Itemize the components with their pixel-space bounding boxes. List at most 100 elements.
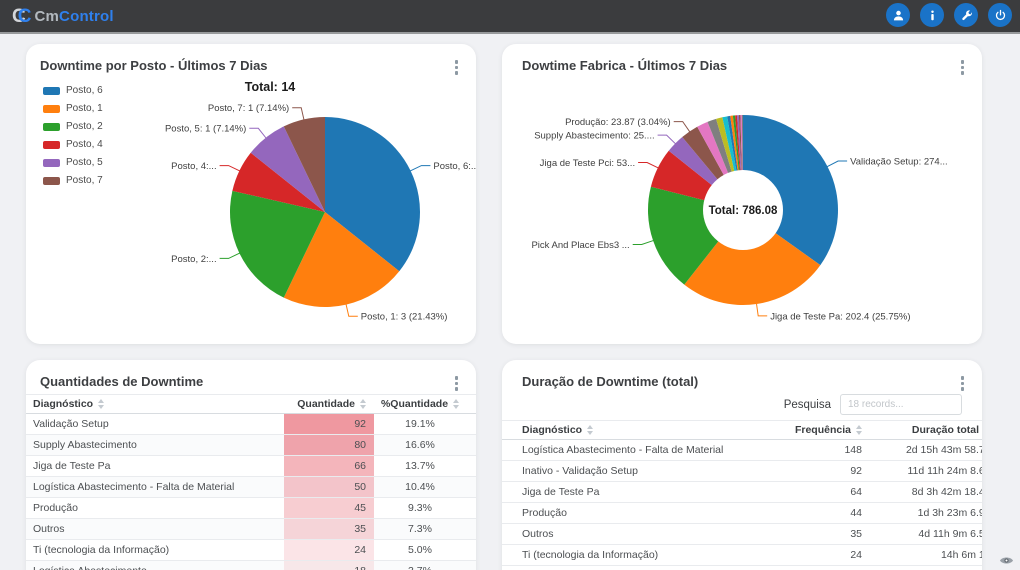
slice-label: Posto, 4:... — [171, 161, 216, 172]
column-header-label: Diagnóstico — [33, 398, 93, 410]
quantidade-cell: 24 — [284, 540, 374, 560]
slice-label: Pick And Place Ebs3 ... — [531, 240, 629, 251]
eye-icon[interactable] — [999, 554, 1014, 569]
quantidade-cell: 45 — [284, 498, 374, 518]
column-header[interactable]: Duração total — [862, 421, 982, 439]
table-row: Logística Abastecimento183.7% — [26, 561, 476, 570]
percent-cell: 16.6% — [374, 435, 466, 455]
card-menu-button[interactable] — [452, 373, 462, 394]
diagnostico-cell: Outros — [33, 519, 284, 539]
donut-total-label: Total: 786.08 — [709, 205, 778, 217]
table-header-row: Diagnóstico Frequência Duração total — [502, 420, 982, 440]
callout-line — [658, 135, 676, 144]
slice-label: Produção: 23.87 (3.04%) — [565, 117, 671, 128]
slice-label: Supply Abastecimento: 25.... — [534, 131, 654, 142]
callout-line — [346, 304, 358, 317]
table-header-row: Diagnóstico Quantidade %Quantidade — [26, 394, 476, 414]
callout-line — [410, 166, 431, 172]
wrench-button[interactable] — [954, 3, 978, 27]
search-input[interactable] — [840, 394, 962, 415]
quantidade-cell: 50 — [284, 477, 374, 497]
diagnostico-cell: Logística Abastecimento - Falta de Mater… — [33, 477, 284, 497]
table-row: Logística Abastecimento - Falta de Mater… — [502, 440, 982, 461]
donut-chart-fabrica: Validação Setup: 274... Jiga de Teste Pa:… — [502, 44, 982, 344]
power-button[interactable] — [988, 3, 1012, 27]
card-quantidades-downtime: Quantidades de Downtime DiagnósticoQuant… — [26, 360, 476, 570]
slice-label: Posto, 2:... — [171, 254, 216, 265]
brand-logo[interactable]: CC CmControl — [12, 7, 114, 26]
column-header-label: Quantidade — [297, 398, 355, 410]
table-row: Outros357.3% — [26, 519, 476, 540]
table-row: Produção459.3% — [26, 498, 476, 519]
table-row: Inativo - Validação Setup9211d 11h 24m 8… — [502, 461, 982, 482]
slice-label: Posto, 6:... — [433, 161, 476, 172]
percent-cell: 3.7% — [374, 561, 466, 570]
column-header[interactable]: Diagnóstico — [33, 395, 284, 413]
column-header-label: Frequência — [795, 424, 851, 436]
diagnostico-cell: Ti (tecnologia da Informação) — [33, 540, 284, 560]
diagnostico-cell: Outros — [522, 524, 766, 544]
column-header[interactable]: Diagnóstico — [522, 421, 766, 439]
callout-line — [674, 122, 690, 133]
diagnostico-cell: Logística Abastecimento - Falta de Mater… — [522, 440, 766, 460]
slice-label: Jiga de Teste Pci: 53... — [540, 158, 635, 169]
diagnostico-cell: Ti (tecnologia da Informação) — [522, 545, 766, 565]
callout-line — [249, 128, 266, 138]
duracao-cell: 4d 11h 9m 6.5s — [862, 524, 982, 544]
percent-cell: 7.3% — [374, 519, 466, 539]
slice-label: Posto, 5: 1 (7.14%) — [165, 124, 246, 135]
column-header[interactable]: Quantidade — [284, 395, 374, 413]
table-row: Logística Abastecimento - Falta de Mater… — [26, 477, 476, 498]
top-navbar: CC CmControl — [0, 0, 1020, 34]
dashboard-grid: Downtime por Posto - Últimos 7 Dias Tota… — [26, 44, 982, 570]
column-header-label: Duração total — [912, 424, 979, 436]
sort-icon — [360, 399, 366, 409]
frequencia-cell: 148 — [766, 440, 862, 460]
callout-line — [633, 240, 654, 244]
user-button[interactable] — [886, 3, 910, 27]
duracao-cell: 8d 3h 42m 18.4s — [862, 482, 982, 502]
card-downtime-por-posto: Downtime por Posto - Últimos 7 Dias Tota… — [26, 44, 476, 344]
card-menu-button[interactable] — [958, 373, 968, 394]
table-row: Outros354d 11h 9m 6.5s — [502, 524, 982, 545]
callout-line — [292, 108, 304, 121]
user-icon — [892, 9, 905, 22]
diagnostico-cell: Validação Setup — [33, 414, 284, 434]
frequencia-cell: 35 — [766, 524, 862, 544]
card-duracao-downtime: Duração de Downtime (total) Pesquisa Dia… — [502, 360, 982, 570]
callout-line — [220, 253, 241, 259]
diagnostico-cell: Jiga de Teste Pa — [33, 456, 284, 476]
card-title: Duração de Downtime (total) — [522, 374, 982, 389]
card-dowtime-fabrica: Dowtime Fabrica - Últimos 7 Dias Validaç… — [502, 44, 982, 344]
navbar-actions — [886, 3, 1012, 27]
table-row: Jiga de Teste Pa6613.7% — [26, 456, 476, 477]
brand-name-blue: Control — [59, 8, 114, 25]
info-icon — [926, 9, 939, 22]
table-body: Validação Setup9219.1%Supply Abastecimen… — [26, 414, 476, 570]
quantidade-cell: 66 — [284, 456, 374, 476]
diagnostico-cell: Inativo - Validação Setup — [522, 461, 766, 481]
frequencia-cell: 24 — [766, 545, 862, 565]
quantidade-cell: 18 — [284, 561, 374, 570]
table-row: Supply Abastecimento8016.6% — [26, 435, 476, 456]
search-row: Pesquisa — [502, 394, 962, 415]
frequencia-cell: 92 — [766, 461, 862, 481]
search-label: Pesquisa — [784, 399, 831, 411]
duracao-cell: 2d 15h 43m 58.7s — [862, 440, 982, 460]
quantidade-cell: 92 — [284, 414, 374, 434]
duracao-cell: 11d 11h 24m 8.6s — [862, 461, 982, 481]
kebab-icon — [455, 376, 459, 391]
sort-icon — [587, 425, 593, 435]
diagnostico-cell: Produção — [522, 503, 766, 523]
slice-label: Validação Setup: 274... — [850, 156, 948, 167]
diagnostico-cell: Produção — [33, 498, 284, 518]
pie-chart-postos: Posto, 6:...Posto, 1: 3 (21.43%)Posto, 2… — [26, 44, 476, 344]
slice-label: Jiga de Teste Pa: 202.4 (25.75%) — [770, 311, 910, 322]
quantidade-cell: 80 — [284, 435, 374, 455]
table-row: Jiga de Teste Pa648d 3h 42m 18.4s — [502, 482, 982, 503]
percent-cell: 13.7% — [374, 456, 466, 476]
info-button[interactable] — [920, 3, 944, 27]
table-row: Validação Setup9219.1% — [26, 414, 476, 435]
column-header[interactable]: Frequência — [766, 421, 862, 439]
column-header[interactable]: %Quantidade — [374, 395, 466, 413]
